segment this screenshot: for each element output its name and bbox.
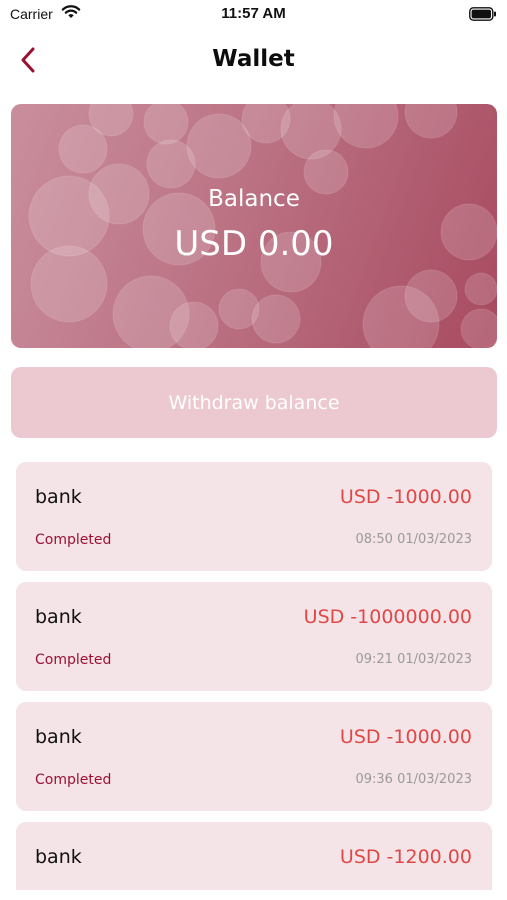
balance-card: Balance USD 0.00 [11, 104, 497, 348]
withdraw-balance-button[interactable]: Withdraw balance [11, 367, 497, 438]
transaction-list: bank USD -1000.00 Completed 08:50 01/03/… [16, 462, 492, 890]
status-bar: Carrier 11:57 AM [0, 0, 507, 30]
transaction-amount: USD -1000000.00 [303, 606, 472, 628]
battery-icon [469, 7, 497, 26]
transaction-amount: USD -1000.00 [339, 486, 472, 508]
transaction-amount: USD -1200.00 [339, 846, 472, 868]
transaction-item[interactable]: bank USD -1000.00 Completed 09:36 01/03/… [16, 702, 492, 811]
transaction-status: Completed [35, 532, 112, 548]
balance-label: Balance [208, 186, 300, 212]
transaction-date: 09:36 01/03/2023 [355, 772, 472, 787]
transaction-item[interactable]: bank USD -1200.00 [16, 822, 492, 890]
nav-bar: Wallet [0, 38, 507, 82]
transaction-date: 08:50 01/03/2023 [355, 532, 472, 547]
transaction-status: Completed [35, 652, 112, 668]
transaction-item[interactable]: bank USD -1000000.00 Completed 09:21 01/… [16, 582, 492, 691]
transaction-status: Completed [35, 772, 112, 788]
transaction-method: bank [35, 486, 82, 508]
transaction-method: bank [35, 606, 82, 628]
transaction-date: 09:21 01/03/2023 [355, 652, 472, 667]
transaction-amount: USD -1000.00 [339, 726, 472, 748]
page-title: Wallet [212, 46, 295, 72]
transaction-item[interactable]: bank USD -1000.00 Completed 08:50 01/03/… [16, 462, 492, 571]
balance-amount: USD 0.00 [174, 224, 334, 264]
transaction-method: bank [35, 726, 82, 748]
transaction-method: bank [35, 846, 82, 868]
status-time: 11:57 AM [221, 5, 286, 22]
